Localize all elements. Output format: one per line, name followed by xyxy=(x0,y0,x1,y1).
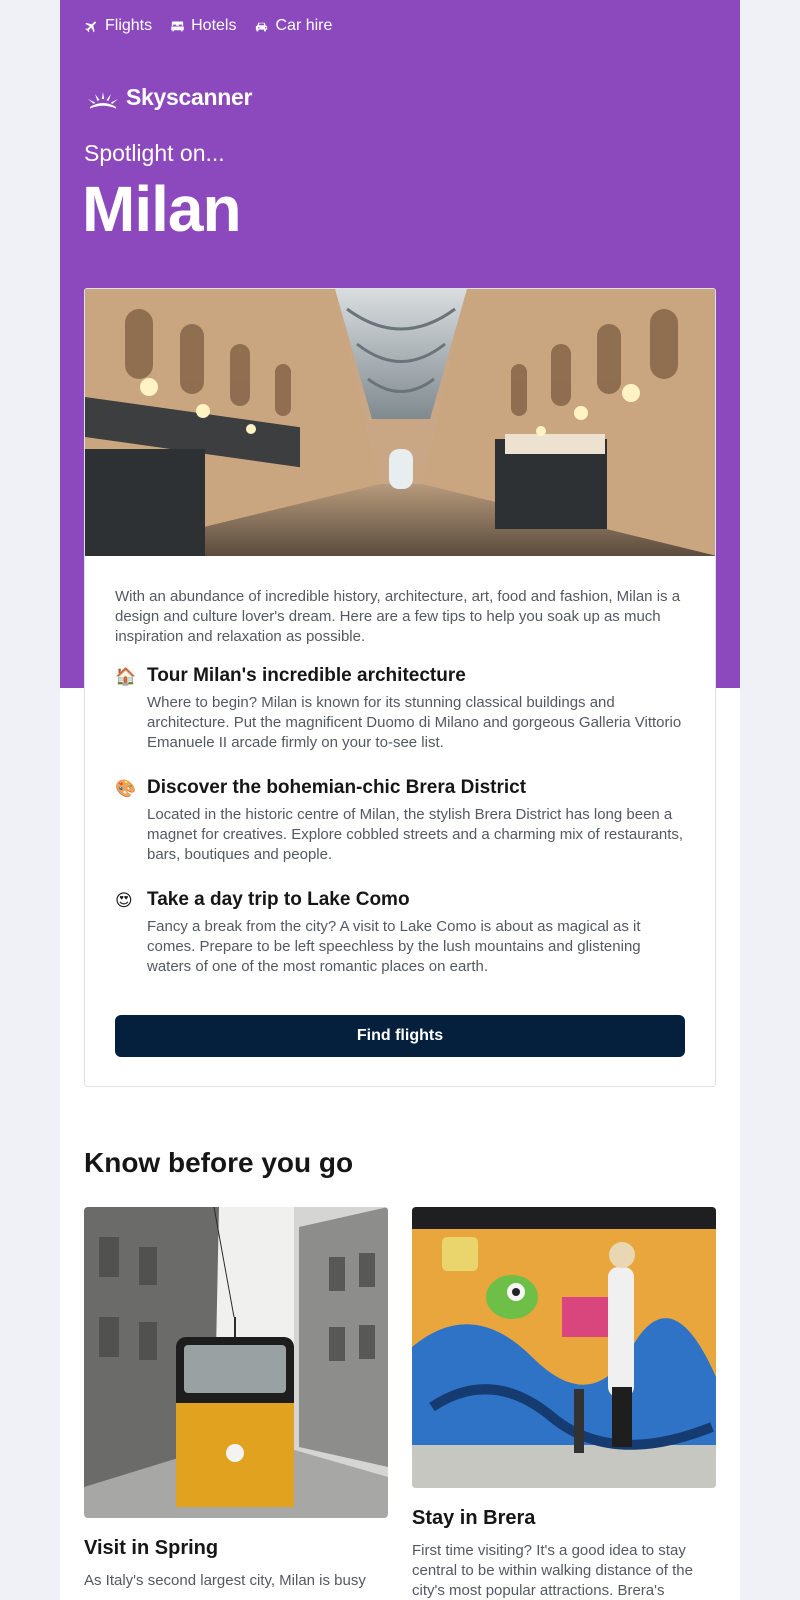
plane-icon xyxy=(85,21,96,32)
heart-eyes-icon: 😍 xyxy=(115,891,133,910)
tile-title: Visit in Spring xyxy=(84,1537,219,1559)
sunrise-logo-icon xyxy=(88,91,118,108)
email-container: Flights Hotels Car hire Skyscanner Spotl… xyxy=(60,0,740,1600)
nav-car-hire-label: Car hire xyxy=(275,17,333,34)
tip-body: Fancy a break from the city? A visit to … xyxy=(147,918,641,975)
car-icon xyxy=(256,22,268,31)
bed-icon xyxy=(171,21,184,31)
tile-body: First time visiting? It's a good idea to… xyxy=(412,1542,693,1599)
nav-hotels-link[interactable]: Hotels xyxy=(170,17,236,35)
intro-text: With an abundance of incredible history,… xyxy=(115,588,681,645)
palette-icon: 🎨 xyxy=(115,779,137,798)
brand-wordmark: Skyscanner xyxy=(126,84,253,110)
skyscanner-logo[interactable]: Skyscanner xyxy=(84,84,252,111)
house-icon: 🏠 xyxy=(115,667,137,686)
hero-kicker: Spotlight on... xyxy=(84,140,225,166)
street-art-photo xyxy=(412,1207,716,1488)
tip-title: Discover the bohemian-chic Brera Distric… xyxy=(147,777,527,798)
tram-photo xyxy=(84,1207,388,1518)
tile-title: Stay in Brera xyxy=(412,1507,536,1529)
tip-title: Take a day trip to Lake Como xyxy=(147,889,410,910)
hero-city-title: Milan xyxy=(82,173,242,245)
tip-body: Where to begin? Milan is known for its s… xyxy=(147,694,682,751)
find-flights-button[interactable]: Find flights xyxy=(115,1015,685,1057)
galleria-photo xyxy=(85,289,715,556)
nav-flights-link[interactable]: Flights xyxy=(84,17,152,35)
tip-body: Located in the historic centre of Milan,… xyxy=(147,806,684,863)
nav-car-hire-link[interactable]: Car hire xyxy=(254,17,332,35)
spotlight-card: With an abundance of incredible history,… xyxy=(84,288,716,1087)
know-before-heading: Know before you go xyxy=(84,1147,354,1178)
tile-body: As Italy's second largest city, Milan is… xyxy=(84,1572,366,1589)
tip-title: Tour Milan's incredible architecture xyxy=(147,665,466,686)
top-nav: Flights Hotels Car hire xyxy=(84,17,332,35)
nav-flights-label: Flights xyxy=(105,17,153,34)
nav-hotels-label: Hotels xyxy=(191,17,237,34)
